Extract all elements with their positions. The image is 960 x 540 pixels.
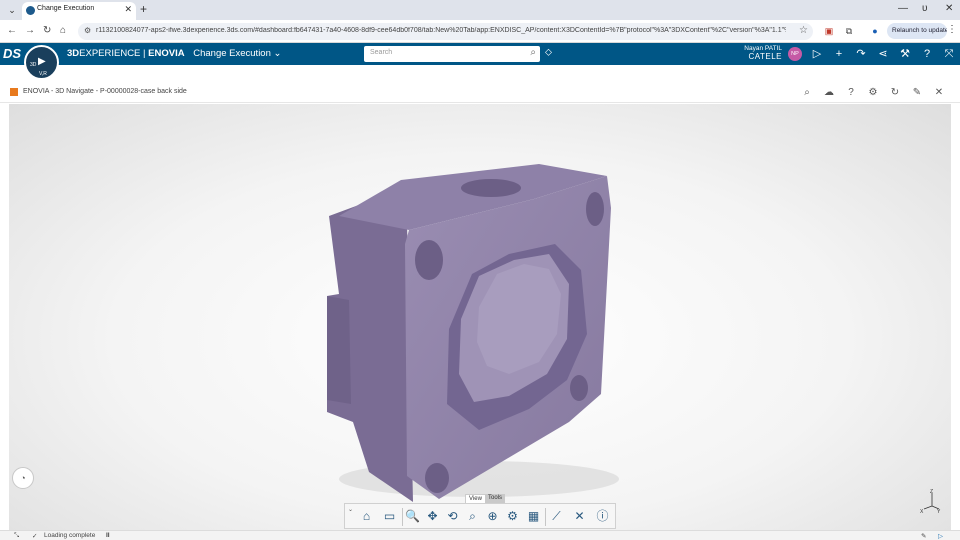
enovia-widget-icon — [10, 88, 18, 96]
brand-app: ENOVIA — [148, 48, 185, 59]
tools-icon[interactable]: ⚒ — [898, 47, 912, 61]
compass-vr-label: V,R — [39, 71, 47, 77]
check-icon: ✓ — [32, 533, 38, 540]
separator — [545, 508, 546, 526]
pin-icon[interactable]: ✎ — [921, 532, 926, 540]
widget-pin-icon[interactable]: ✎ — [910, 86, 924, 100]
compass-play-icon: ▶ — [38, 56, 46, 67]
corner-hole-tl — [415, 240, 443, 280]
compass-icon[interactable]: ▶ 3D V,R — [24, 45, 59, 80]
compass-gauge-icon[interactable]: ◔ — [12, 467, 34, 489]
axis-z-label: Z — [930, 489, 933, 495]
forward-share-icon[interactable]: ↷ — [854, 47, 868, 61]
action-bar-collapse-icon[interactable]: ⌄ — [348, 506, 353, 513]
share-play-icon[interactable]: ▷ — [810, 47, 824, 61]
user-second-name: CATELE — [748, 52, 782, 61]
profile-icon[interactable]: ● — [868, 24, 882, 38]
dassault-logo-icon: DS — [3, 46, 22, 61]
separator — [402, 508, 403, 526]
compass-3d-label: 3D — [30, 62, 37, 68]
3d-model-render[interactable] — [9, 104, 951, 530]
brand-experience: EXPERIENCE — [79, 48, 141, 59]
cloud-icon[interactable]: ☁ — [822, 86, 836, 100]
widget-settings-icon[interactable]: ⚙ — [866, 86, 880, 100]
status-bar: ⤡ ✓ Loading complete II ✎ ▷ — [0, 530, 960, 540]
tag-icon[interactable]: ⬦ — [545, 47, 552, 58]
panel-toggle-icon[interactable]: ▭ — [381, 508, 398, 525]
search-input[interactable]: Search ⌕ — [364, 46, 540, 62]
widget-header: ENOVIA - 3D Navigate - P-00000028-case b… — [0, 82, 960, 103]
user-first-name: Nayan PATIL — [744, 45, 782, 52]
widget-close-icon[interactable]: ✕ — [932, 86, 946, 100]
fullscreen-icon[interactable]: ⤧ — [942, 47, 956, 61]
axis-y-label: Y — [937, 509, 941, 514]
info-icon[interactable]: ⓘ — [594, 508, 611, 525]
chevron-down-icon: ⌄ — [273, 48, 282, 59]
url-text: r1132100824077-aps2-ifwe.3dexperience.3d… — [96, 27, 786, 34]
window-close-button[interactable]: ✕ — [945, 3, 953, 14]
reload-icon[interactable]: ↻ — [43, 25, 51, 36]
platform-top-bar: DS 3DEXPERIENCE | ENOVIA Change Executio… — [0, 43, 960, 65]
user-name[interactable]: Nayan PATIL CATELE — [720, 45, 782, 61]
network-share-icon[interactable]: ⋖ — [876, 47, 890, 61]
zoom-area-icon[interactable]: ⌕ — [464, 508, 481, 525]
tab-view[interactable]: View — [465, 494, 486, 503]
extension-icon[interactable]: ▣ — [822, 24, 836, 38]
avatar[interactable]: NP — [788, 47, 802, 61]
3d-viewport[interactable] — [9, 104, 951, 530]
widget-help-icon[interactable]: ? — [844, 86, 858, 100]
site-info-icon[interactable]: ⚙ — [84, 26, 91, 35]
fit-all-icon[interactable]: ⊕ — [484, 508, 501, 525]
home-view-icon[interactable]: ⌂ — [358, 508, 375, 525]
close-tool-icon[interactable]: ✕ — [571, 508, 588, 525]
help-icon[interactable]: ? — [920, 47, 934, 61]
search-icon[interactable]: ⌕ — [530, 47, 536, 58]
tab-tools[interactable]: Tools — [485, 494, 506, 503]
measure-icon[interactable]: ⟋ — [548, 508, 565, 525]
relaunch-button[interactable]: Relaunch to update — [887, 23, 947, 39]
action-bar: ⌄ ⌂ ▭ 🔍 ✥ ⟲ ⌕ ⊕ ⚙ ▦ ⟋ ✕ ⓘ — [344, 503, 616, 529]
app-name-dropdown[interactable]: Change Execution ⌄ — [193, 48, 281, 59]
axes-indicator-icon: Z X Y — [920, 489, 941, 514]
back-icon[interactable]: ← — [7, 25, 17, 36]
pan-icon[interactable]: ✥ — [424, 508, 441, 525]
render-style-icon[interactable]: ⚙ — [504, 508, 521, 525]
url-field[interactable]: ⚙ r1132100824077-aps2-ifwe.3dexperience.… — [78, 23, 813, 40]
brand-3d: 3D — [67, 48, 80, 59]
browser-tab-strip: ⌄ Change Execution ✕ + — ᴜ ✕ — [0, 0, 960, 20]
platform-brand: 3DEXPERIENCE | ENOVIA Change Execution ⌄ — [67, 48, 281, 59]
forward-icon[interactable]: → — [25, 25, 35, 36]
tab-close-icon[interactable]: ✕ — [124, 4, 132, 15]
corner-hole-bl — [425, 463, 449, 493]
brand-separator: | — [140, 48, 149, 59]
extensions-puzzle-icon[interactable]: ⧉ — [842, 24, 856, 38]
app-name: Change Execution — [193, 48, 271, 59]
tab-title: Change Execution — [37, 5, 95, 12]
database-icon[interactable]: ▦ — [525, 508, 542, 525]
home-icon[interactable]: ⌂ — [60, 25, 66, 36]
tab-favicon-icon — [26, 6, 35, 15]
widget-title: ENOVIA - 3D Navigate - P-00000028-case b… — [23, 88, 187, 95]
browser-tab[interactable]: Change Execution ✕ — [22, 2, 136, 20]
address-bar-row: ← → ↻ ⌂ ⚙ r1132100824077-aps2-ifwe.3dexp… — [0, 20, 960, 43]
widget-refresh-icon[interactable]: ↻ — [888, 86, 902, 100]
expand-icon[interactable]: ⤡ — [14, 532, 19, 540]
corner-hole-tr — [586, 192, 604, 226]
axis-x-label: X — [920, 509, 924, 514]
minimize-button[interactable]: — — [898, 3, 908, 14]
new-tab-button[interactable]: + — [140, 2, 147, 16]
bookmark-star-icon[interactable]: ☆ — [799, 25, 808, 36]
search-placeholder: Search — [370, 49, 393, 56]
rotate-icon[interactable]: ⟲ — [444, 508, 461, 525]
send-icon[interactable]: ▷ — [938, 532, 943, 540]
pause-button[interactable]: II — [106, 532, 110, 539]
add-icon[interactable]: + — [832, 47, 846, 61]
corner-hole-br — [570, 375, 588, 401]
widget-search-icon[interactable]: ⌕ — [800, 86, 814, 100]
zoom-icon[interactable]: 🔍 — [404, 508, 421, 525]
restore-button[interactable]: ᴜ — [922, 3, 927, 14]
tab-list-dropdown[interactable]: ⌄ — [4, 2, 20, 18]
status-message: Loading complete — [44, 532, 96, 539]
browser-menu-icon[interactable]: ⋮ — [947, 24, 957, 35]
